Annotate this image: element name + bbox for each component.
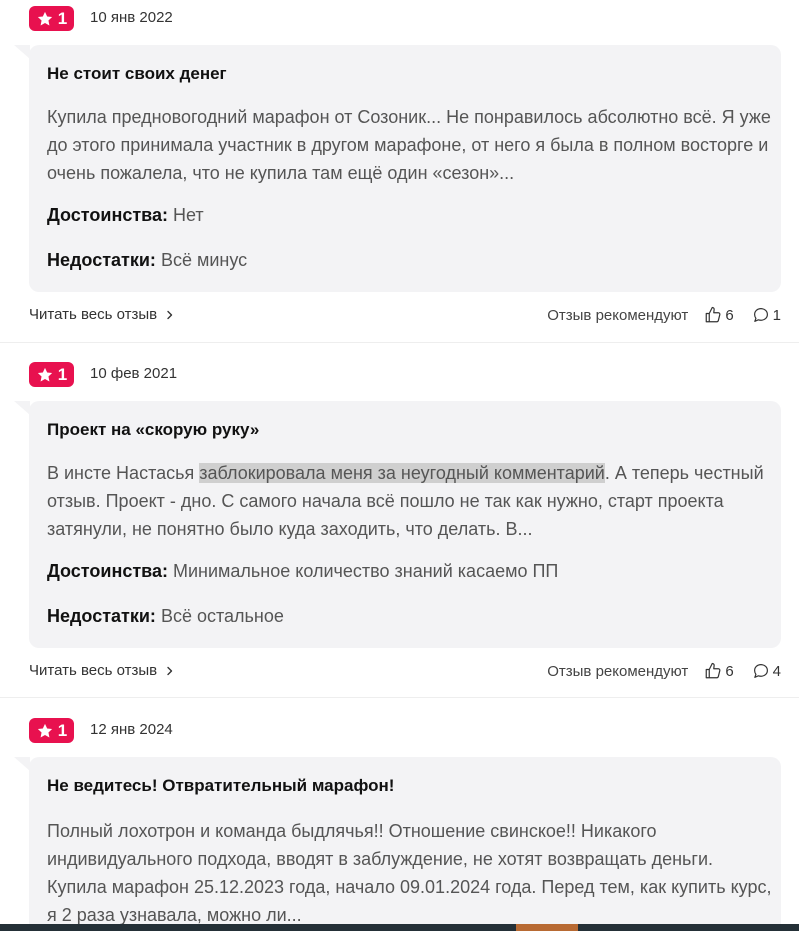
review-card: 1 10 янв 2022 Не стоит своих денег Купил… bbox=[0, 0, 799, 342]
pros-value: Нет bbox=[173, 205, 204, 225]
star-icon bbox=[37, 367, 52, 381]
review-title: Проект на «скорую руку» bbox=[47, 420, 260, 439]
like-button[interactable]: 6 bbox=[704, 306, 734, 324]
review-stats: Отзыв рекомендуют 6 1 bbox=[547, 306, 781, 324]
divider bbox=[0, 697, 799, 698]
review-text: В инсте Настасья заблокировала меня за н… bbox=[47, 459, 772, 543]
review-date: 10 фев 2021 bbox=[90, 365, 178, 382]
comment-icon bbox=[753, 664, 768, 678]
bottom-bar bbox=[0, 924, 799, 931]
divider bbox=[0, 342, 799, 343]
read-more-label: Читать весь отзыв bbox=[29, 306, 158, 323]
rating-badge: 1 bbox=[29, 718, 74, 743]
review-text-main: Купила предновогодний марафон от Созоник… bbox=[47, 107, 771, 183]
thumbs-up-icon bbox=[705, 306, 721, 323]
cons-line: Недостатки: Всё минус bbox=[47, 250, 247, 271]
read-full-review-link[interactable]: Читать весь отзыв bbox=[29, 662, 175, 679]
rating-value: 1 bbox=[57, 720, 68, 740]
review-date: 10 янв 2022 bbox=[90, 9, 173, 26]
review-footer: Читать весь отзыв Отзыв рекомендуют 6 1 bbox=[29, 306, 781, 328]
review-body: Проект на «скорую руку» В инсте Настасья… bbox=[14, 401, 781, 648]
review-text: Полный лохотрон и команда быдлячья!! Отн… bbox=[47, 817, 772, 929]
review-date: 12 янв 2024 bbox=[90, 721, 173, 738]
star-icon bbox=[37, 11, 52, 25]
review-body: Не стоит своих денег Купила предновогодн… bbox=[14, 45, 781, 292]
recommend-label: Отзыв рекомендуют bbox=[547, 662, 689, 680]
comments-button[interactable]: 4 bbox=[752, 662, 781, 680]
rating-value: 1 bbox=[57, 8, 68, 28]
rating-badge: 1 bbox=[29, 6, 74, 31]
bottom-bar-accent bbox=[516, 924, 578, 931]
review-text: Купила предновогодний марафон от Созоник… bbox=[47, 103, 772, 187]
chevron-right-icon bbox=[167, 666, 173, 675]
comment-icon bbox=[753, 308, 768, 322]
review-card: 1 10 фев 2021 Проект на «скорую руку» В … bbox=[0, 356, 799, 698]
comments-button[interactable]: 1 bbox=[752, 306, 781, 324]
cons-label: Недостатки: bbox=[47, 606, 156, 626]
read-more-label: Читать весь отзыв bbox=[29, 662, 158, 679]
pros-line: Достоинства: Нет bbox=[47, 205, 204, 226]
rating-value: 1 bbox=[57, 364, 68, 384]
review-title: Не ведитесь! Отвратительный марафон! bbox=[47, 776, 395, 795]
pros-value: Минимальное количество знаний касаемо ПП bbox=[173, 561, 559, 581]
recommend-label: Отзыв рекомендуют bbox=[547, 306, 689, 324]
rating-badge: 1 bbox=[29, 362, 74, 387]
review-title: Не стоит своих денег bbox=[47, 64, 227, 83]
cons-line: Недостатки: Всё остальное bbox=[47, 606, 284, 627]
highlighted-text: заблокировала меня за неугодный коммента… bbox=[199, 463, 605, 483]
like-count: 6 bbox=[725, 306, 734, 324]
cons-value: Всё минус bbox=[160, 250, 248, 270]
review-stats: Отзыв рекомендуют 6 4 bbox=[547, 662, 781, 680]
review-body: Не ведитесь! Отвратительный марафон! Пол… bbox=[14, 757, 781, 931]
bubble-tail bbox=[14, 401, 30, 415]
pros-label: Достоинства: bbox=[47, 205, 168, 225]
like-button[interactable]: 6 bbox=[704, 662, 734, 680]
bubble-tail bbox=[14, 45, 30, 59]
star-icon bbox=[37, 723, 52, 737]
cons-value: Всё остальное bbox=[160, 606, 284, 626]
review-footer: Читать весь отзыв Отзыв рекомендуют 6 4 bbox=[29, 662, 781, 684]
read-full-review-link[interactable]: Читать весь отзыв bbox=[29, 306, 175, 323]
like-count: 6 bbox=[725, 662, 734, 680]
comment-count: 4 bbox=[772, 662, 781, 680]
review-card: 1 12 янв 2024 Не ведитесь! Отвратительны… bbox=[0, 712, 799, 931]
bubble-tail bbox=[14, 757, 30, 771]
cons-label: Недостатки: bbox=[47, 250, 156, 270]
review-text-main: Полный лохотрон и команда быдлячья!! Отн… bbox=[47, 821, 772, 925]
review-text-start: В инсте Настасья bbox=[47, 463, 200, 483]
pros-line: Достоинства: Минимальное количество знан… bbox=[47, 561, 558, 582]
chevron-right-icon bbox=[167, 310, 173, 319]
pros-label: Достоинства: bbox=[47, 561, 168, 581]
thumbs-up-icon bbox=[705, 662, 721, 679]
comment-count: 1 bbox=[772, 306, 781, 324]
